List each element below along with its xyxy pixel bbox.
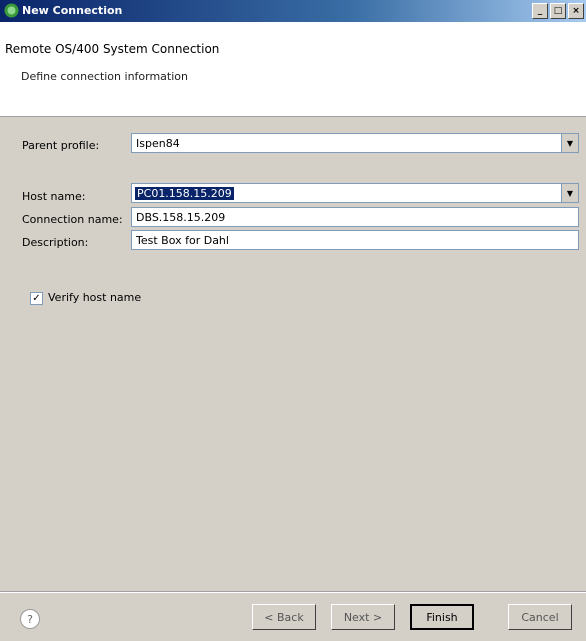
host-name-label: Host name: [22, 190, 86, 203]
verify-host-checkbox[interactable]: ✓ [30, 292, 43, 305]
description-label: Description: [22, 236, 89, 249]
host-name-combo[interactable]: PC01.158.15.209 ▼ [131, 183, 579, 203]
window-title: New Connection [22, 4, 123, 17]
chevron-down-icon[interactable]: ▼ [561, 184, 578, 202]
maximize-icon[interactable]: □ [550, 3, 566, 19]
cancel-button[interactable]: Cancel [508, 604, 572, 630]
parent-profile-combo[interactable]: Ispen84 ▼ [131, 133, 579, 153]
help-icon[interactable]: ? [20, 609, 40, 629]
banner-subtitle: Define connection information [21, 70, 188, 83]
next-button[interactable]: Next > [331, 604, 395, 630]
title-bar: New Connection _ □ × [0, 0, 586, 22]
minimize-icon[interactable]: _ [532, 3, 548, 19]
footer-divider [0, 591, 586, 593]
connection-name-input[interactable]: DBS.158.15.209 [131, 207, 579, 227]
host-name-value: PC01.158.15.209 [135, 187, 234, 200]
back-button[interactable]: < Back [252, 604, 316, 630]
close-icon[interactable]: × [568, 3, 584, 19]
description-value: Test Box for Dahl [136, 234, 229, 247]
connection-name-value: DBS.158.15.209 [136, 211, 226, 224]
parent-profile-label: Parent profile: [22, 139, 100, 152]
banner-title: Remote OS/400 System Connection [5, 42, 220, 56]
parent-profile-value: Ispen84 [136, 137, 180, 150]
chevron-down-icon[interactable]: ▼ [561, 134, 578, 152]
window-controls: _ □ × [532, 3, 584, 19]
connection-app-icon [4, 3, 19, 18]
wizard-banner: Remote OS/400 System Connection Define c… [0, 22, 586, 117]
finish-button[interactable]: Finish [410, 604, 474, 630]
connection-name-label: Connection name: [22, 213, 123, 226]
description-input[interactable]: Test Box for Dahl [131, 230, 579, 250]
verify-host-label: Verify host name [48, 291, 142, 304]
